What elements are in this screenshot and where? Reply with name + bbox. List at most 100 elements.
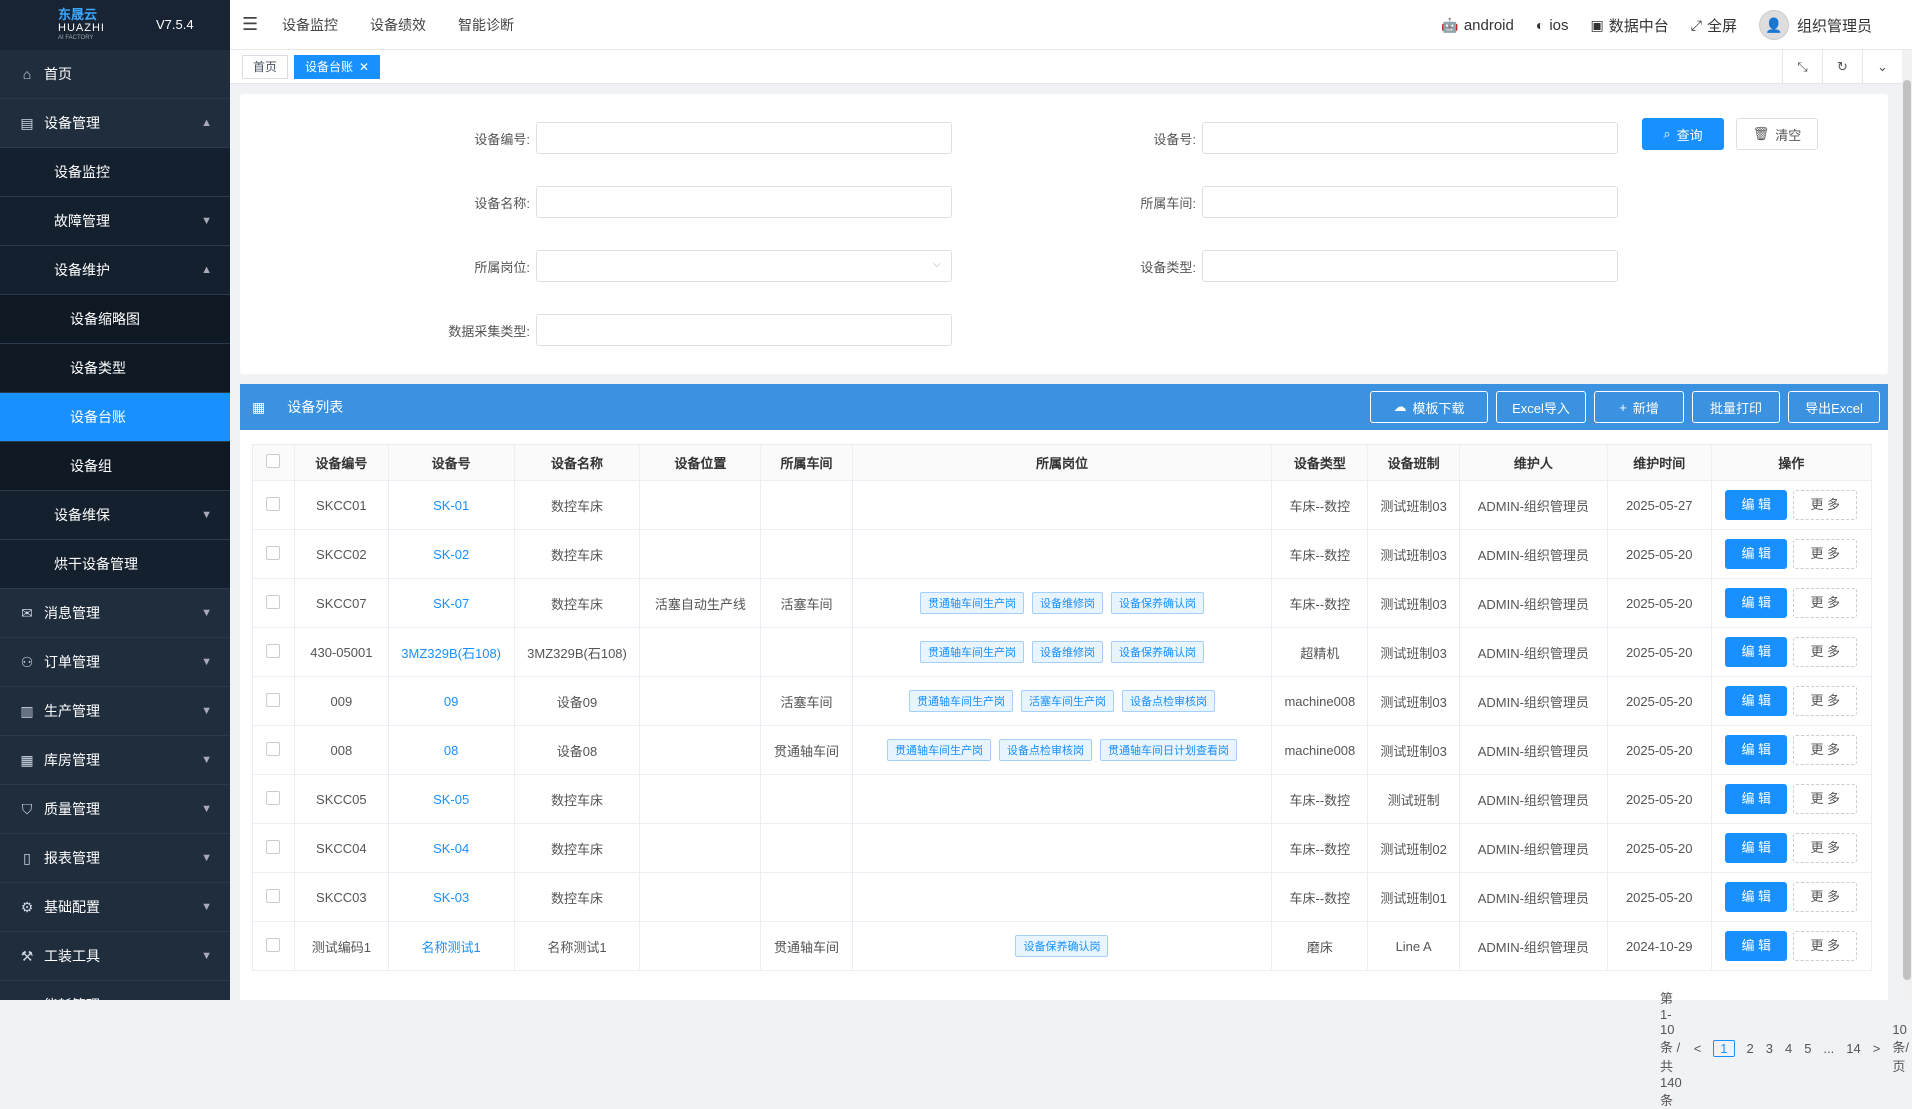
edit-button[interactable]: 编 辑	[1725, 784, 1788, 814]
more-button[interactable]: 更 多	[1793, 490, 1858, 520]
page-item[interactable]: 3	[1766, 1041, 1773, 1056]
sidebar-item-8[interactable]: 设备组	[0, 442, 230, 491]
sidebar-item-13[interactable]: ▥ 生产管理 ▼	[0, 687, 230, 736]
more-button[interactable]: 更 多	[1793, 833, 1858, 863]
sidebar-item-7[interactable]: 设备台账	[0, 393, 230, 442]
sidebar-item-5[interactable]: 设备缩略图	[0, 295, 230, 344]
add-button[interactable]: + 新增	[1594, 391, 1684, 423]
row-checkbox[interactable]	[266, 888, 281, 903]
sidebar-item-0[interactable]: ⌂ 首页	[0, 50, 230, 99]
page-item[interactable]: <	[1694, 1041, 1702, 1056]
more-button[interactable]: 更 多	[1793, 882, 1858, 912]
device-no-link[interactable]: SK-01	[433, 498, 469, 513]
page-item[interactable]: >	[1873, 1041, 1881, 1056]
sidebar-item-15[interactable]: ⛉ 质量管理 ▼	[0, 785, 230, 834]
sidebar-item-10[interactable]: 烘干设备管理	[0, 540, 230, 589]
device-no-input[interactable]	[1202, 122, 1618, 154]
sidebar-item-9[interactable]: 设备维保 ▼	[0, 491, 230, 540]
ios-link[interactable]: ◐ ios	[1536, 17, 1569, 34]
page-item[interactable]: 1	[1713, 1040, 1735, 1057]
menu-toggle-icon[interactable]: ☰	[242, 14, 262, 35]
more-button[interactable]: 更 多	[1793, 686, 1858, 716]
sidebar-item-16[interactable]: ▯ 报表管理 ▼	[0, 834, 230, 883]
sidebar-item-3[interactable]: 故障管理 ▼	[0, 197, 230, 246]
device-no-link[interactable]: SK-05	[433, 792, 469, 807]
topnav-device-monitor[interactable]: 设备监控	[282, 15, 338, 35]
more-button[interactable]: 更 多	[1793, 539, 1858, 569]
chevron-down-icon[interactable]: ⌄	[1862, 50, 1902, 84]
row-checkbox[interactable]	[266, 839, 281, 854]
edit-button[interactable]: 编 辑	[1725, 637, 1788, 667]
row-checkbox[interactable]	[266, 741, 281, 756]
edit-button[interactable]: 编 辑	[1725, 588, 1788, 618]
device-name-input[interactable]	[536, 186, 952, 218]
device-no-link[interactable]: SK-04	[433, 841, 469, 856]
sidebar-item-4[interactable]: 设备维护 ▲	[0, 246, 230, 295]
tab-device-ledger[interactable]: 设备台账 ✕	[294, 54, 381, 79]
close-icon[interactable]: ✕	[359, 60, 369, 74]
page-item[interactable]: 2	[1747, 1041, 1754, 1056]
tab-home[interactable]: 首页	[242, 54, 289, 79]
device-no-link[interactable]: SK-03	[433, 890, 469, 905]
sidebar-item-19[interactable]: ⚡能耗管理▼	[0, 981, 230, 1000]
page-item[interactable]: 14	[1846, 1041, 1860, 1056]
edit-button[interactable]: 编 辑	[1725, 686, 1788, 716]
query-button[interactable]: ⌕ 查询	[1642, 118, 1724, 150]
sidebar-item-2[interactable]: 设备监控	[0, 148, 230, 197]
row-checkbox[interactable]	[266, 545, 281, 560]
row-checkbox[interactable]	[266, 937, 281, 952]
device-no-link[interactable]: 08	[444, 743, 458, 758]
row-checkbox[interactable]	[266, 692, 281, 707]
edit-button[interactable]: 编 辑	[1725, 490, 1788, 520]
page-size-select[interactable]: 10 条/页	[1892, 1022, 1909, 1075]
topnav-smart-diagnosis[interactable]: 智能诊断	[458, 15, 514, 35]
row-checkbox[interactable]	[266, 594, 281, 609]
device-no-link[interactable]: 09	[444, 694, 458, 709]
sidebar-item-11[interactable]: ✉ 消息管理 ▼	[0, 589, 230, 638]
datacenter-link[interactable]: ▣ 数据中台	[1591, 15, 1669, 36]
page-item[interactable]: 4	[1785, 1041, 1792, 1056]
topnav-device-performance[interactable]: 设备绩效	[370, 15, 426, 35]
collect-type-input[interactable]	[536, 314, 952, 346]
fullscreen-button[interactable]: ⤢ 全屏	[1691, 15, 1737, 36]
post-select[interactable]: ⌵	[536, 250, 952, 282]
excel-import-button[interactable]: Excel导入	[1496, 391, 1586, 423]
edit-button[interactable]: 编 辑	[1725, 539, 1788, 569]
device-no-link[interactable]: 名称测试1	[422, 940, 481, 955]
select-all-checkbox[interactable]	[266, 454, 281, 468]
device-type-input[interactable]	[1202, 250, 1618, 282]
sidebar-item-14[interactable]: ▦ 库房管理 ▼	[0, 736, 230, 785]
more-button[interactable]: 更 多	[1793, 784, 1858, 814]
clear-button[interactable]: 🗑 清空	[1736, 118, 1818, 150]
row-checkbox[interactable]	[266, 790, 281, 805]
device-no-link[interactable]: SK-02	[433, 547, 469, 562]
user-menu[interactable]: 👤 组织管理员	[1758, 10, 1872, 40]
row-checkbox[interactable]	[266, 643, 281, 658]
more-button[interactable]: 更 多	[1793, 931, 1858, 961]
page-item[interactable]: ...	[1823, 1041, 1834, 1056]
sidebar-item-18[interactable]: ⚒ 工装工具 ▼	[0, 932, 230, 981]
more-button[interactable]: 更 多	[1793, 637, 1858, 667]
edit-button[interactable]: 编 辑	[1725, 931, 1788, 961]
sidebar-item-1[interactable]: ▤ 设备管理 ▲	[0, 99, 230, 148]
row-checkbox[interactable]	[266, 496, 281, 511]
page-scrollbar[interactable]	[1902, 50, 1912, 1000]
workshop-input[interactable]	[1202, 186, 1618, 218]
sidebar-item-12[interactable]: ⚇ 订单管理 ▼	[0, 638, 230, 687]
page-item[interactable]: 5	[1804, 1041, 1811, 1056]
more-button[interactable]: 更 多	[1793, 735, 1858, 765]
device-code-input[interactable]	[536, 122, 952, 154]
android-link[interactable]: 🤖 android	[1441, 17, 1513, 34]
device-no-link[interactable]: SK-07	[433, 596, 469, 611]
scrollbar-thumb[interactable]	[1903, 80, 1911, 980]
more-button[interactable]: 更 多	[1793, 588, 1858, 618]
collapse-icon[interactable]: ⤡	[1782, 50, 1822, 84]
export-excel-button[interactable]: 导出Excel	[1788, 391, 1880, 423]
sidebar-item-17[interactable]: ⚙ 基础配置 ▼	[0, 883, 230, 932]
sidebar-item-6[interactable]: 设备类型	[0, 344, 230, 393]
batch-print-button[interactable]: 批量打印	[1692, 391, 1780, 423]
edit-button[interactable]: 编 辑	[1725, 735, 1788, 765]
edit-button[interactable]: 编 辑	[1725, 882, 1788, 912]
template-download-button[interactable]: ☁ 模板下载	[1370, 391, 1488, 423]
device-no-link[interactable]: 3MZ329B(石108)	[401, 646, 501, 661]
